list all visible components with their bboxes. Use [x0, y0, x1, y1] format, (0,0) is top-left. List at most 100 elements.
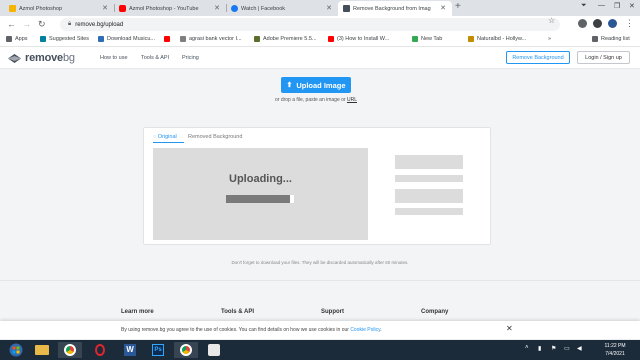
bookmark-label: agrasi bank vector I... [189, 36, 242, 42]
bookmark-item[interactable] [164, 36, 173, 42]
system-clock[interactable]: 11:22 PM 7/4/2021 [598, 342, 632, 358]
word-icon[interactable]: W [118, 342, 142, 358]
menu-icon[interactable]: ⋮ [625, 18, 634, 29]
remove-background-button[interactable]: Remove Background [506, 51, 570, 64]
bookmark-label: (3) How to Install W... [337, 36, 390, 42]
chrome-taskbar-icon[interactable] [58, 342, 82, 358]
show-hidden-icons-icon[interactable]: ˄ [525, 345, 529, 351]
upload-icon: ⬆ [286, 82, 293, 89]
bookmark-item[interactable]: (3) How to Install W... [328, 36, 389, 42]
bookmark-item[interactable]: Adobe Premiere 5.5... [254, 36, 317, 42]
removebg-favicon-icon [343, 5, 350, 12]
screen-icon[interactable]: ▭ [564, 345, 570, 352]
close-tab-icon[interactable]: ✕ [326, 4, 332, 12]
profile-avatar[interactable] [608, 19, 617, 28]
clock-date: 7/4/2021 [605, 351, 625, 357]
photoshop-icon[interactable]: Ps [146, 342, 170, 358]
tab-removed-background[interactable]: Removed Background [188, 134, 242, 140]
bookmark-item[interactable]: agrasi bank vector I... [180, 36, 242, 42]
browser-tab-active[interactable]: Remove Background from Imag ✕ [338, 1, 452, 16]
browser-tab[interactable]: Azmol Photoshop - YouTube ✕ [114, 1, 226, 16]
volume-icon[interactable]: ◀ [577, 345, 582, 352]
youtube-favicon-icon [119, 5, 126, 12]
tab-title: Azmol Photoshop - YouTube [129, 5, 199, 12]
footer-heading: Learn more [121, 309, 154, 315]
play-store-icon [412, 36, 418, 42]
url-text: remove.bg/upload [75, 21, 124, 28]
address-bar[interactable]: 🔒︎ remove.bg/upload [60, 18, 560, 31]
network-icon[interactable]: ▮ [538, 345, 541, 352]
bookmark-item[interactable]: New Tab [412, 36, 442, 42]
tab-search-icon[interactable]: ⏷ [581, 2, 587, 10]
bookmark-item[interactable]: Suggested Sites [40, 36, 89, 42]
tab-original[interactable]: ◌ Original [153, 134, 177, 140]
tab-title: Watch | Facebook [241, 5, 286, 12]
browser-tab-strip: Azmol Photoshop ✕ Azmol Photoshop - YouT… [0, 0, 640, 16]
footer-heading: Company [421, 309, 449, 315]
maximize-icon[interactable]: ❐ [614, 2, 620, 10]
bookmark-label: Apps [15, 36, 28, 42]
close-tab-icon[interactable]: ✕ [440, 4, 446, 12]
close-tab-icon[interactable]: ✕ [214, 4, 220, 12]
vector-icon [180, 36, 186, 42]
reading-list-label: Reading list [601, 36, 630, 42]
bookmark-item[interactable]: Naturalbd - Hollyw... [468, 36, 526, 42]
reading-list-icon [592, 36, 598, 42]
new-tab-icon[interactable]: + [455, 1, 461, 12]
close-window-icon[interactable]: ✕ [629, 2, 635, 10]
cookie-period: . [380, 327, 382, 333]
browser-tab[interactable]: Watch | Facebook ✕ [226, 1, 338, 16]
facebook-favicon-icon [231, 5, 238, 12]
placeholder-block [395, 189, 463, 203]
bookmark-label: Suggested Sites [49, 36, 90, 42]
music-icon [98, 36, 104, 42]
paint-icon[interactable] [202, 342, 226, 358]
reload-icon[interactable]: ↻ [38, 19, 46, 30]
tab-title: Remove Background from Imag [353, 5, 431, 12]
url-link[interactable]: URL [347, 97, 357, 103]
bookmark-star-icon[interactable]: ☆ [548, 16, 555, 25]
upload-progress-bar [226, 195, 294, 203]
bookmark-apps[interactable]: Apps [6, 36, 28, 42]
nav-tools-api[interactable]: Tools & API [141, 55, 169, 61]
youtube-icon [328, 36, 334, 42]
cookie-policy-link[interactable]: Cookie Policy [350, 327, 380, 333]
active-tab-indicator [153, 142, 184, 143]
extension-icon[interactable] [578, 19, 587, 28]
bookmark-label: New Tab [421, 36, 443, 42]
clock-time: 11:22 PM [604, 343, 626, 349]
folder-favicon-icon [9, 5, 16, 12]
opera-icon[interactable] [88, 342, 112, 358]
upload-image-button[interactable]: ⬆ Upload Image [281, 77, 351, 93]
nav-pricing[interactable]: Pricing [182, 55, 199, 61]
chrome-taskbar-icon[interactable] [174, 342, 198, 358]
close-tab-icon[interactable]: ✕ [102, 4, 108, 12]
back-icon[interactable]: ← [7, 19, 16, 29]
browser-tab[interactable]: Azmol Photoshop ✕ [4, 1, 114, 16]
nav-how-to-use[interactable]: How to use [100, 55, 128, 61]
tab-original-label: Original [157, 134, 177, 140]
drop-hint-text: or drop a file, paste an image or [274, 97, 347, 103]
upload-button-label: Upload Image [296, 80, 346, 90]
premiere-icon [254, 36, 260, 42]
start-button[interactable] [4, 342, 28, 358]
bing-icon [40, 36, 46, 42]
close-icon[interactable]: ✕ [506, 324, 513, 333]
minimize-icon[interactable]: — [598, 2, 605, 9]
youtube-icon [164, 36, 170, 42]
bookmark-item[interactable]: Download Musicu... [98, 36, 155, 42]
more-bookmarks-icon[interactable]: » [548, 36, 551, 42]
flag-icon[interactable]: ⚑ [551, 345, 556, 352]
removebg-logo[interactable]: removebg [8, 52, 75, 64]
reading-list[interactable]: Reading list [592, 36, 630, 42]
cookie-banner: By using remove.bg you agree to the use … [0, 321, 640, 339]
placeholder-block [395, 155, 463, 169]
puzzle-icon[interactable] [593, 19, 602, 28]
site-icon [468, 36, 474, 42]
forward-icon[interactable]: → [22, 19, 31, 29]
lock-icon[interactable]: 🔒︎ [68, 21, 71, 28]
windows-taskbar: W Ps ˄ ▮ ⚑ ▭ ◀ 11:22 PM 7/4/2021 [0, 340, 640, 360]
windows-logo-icon [9, 343, 23, 357]
login-signup-button[interactable]: Login / Sign up [577, 51, 630, 64]
file-explorer-icon[interactable] [30, 342, 54, 358]
